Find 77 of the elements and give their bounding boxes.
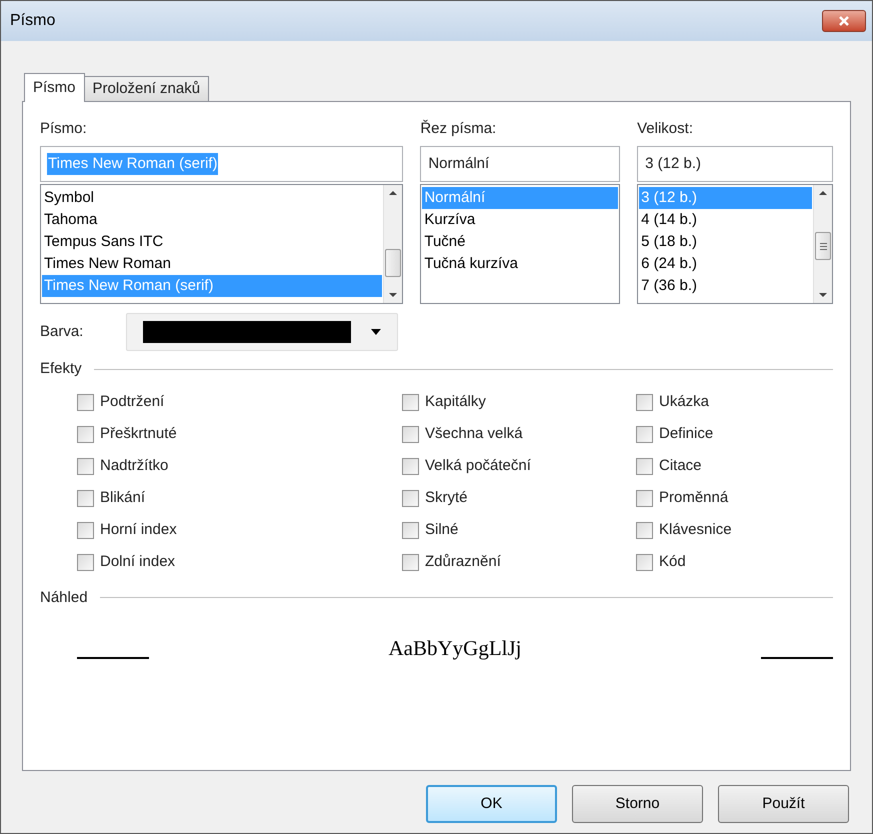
list-item[interactable]: Times New Roman xyxy=(42,253,382,275)
checkbox-label: Proměnná xyxy=(659,488,728,508)
dropdown-arrow-icon xyxy=(371,329,381,335)
checkbox[interactable] xyxy=(77,394,94,411)
field-label: Písmo: xyxy=(40,119,88,139)
window-title: Písmo xyxy=(10,11,56,31)
checkbox-label: Ukázka xyxy=(659,392,710,412)
list-item[interactable]: 7 (36 b.) xyxy=(639,275,812,297)
checkbox[interactable] xyxy=(636,458,653,475)
checkbox-label: Kapitálky xyxy=(425,392,486,412)
scroll-up-icon[interactable] xyxy=(389,191,398,195)
scrollbar[interactable] xyxy=(813,185,832,303)
checkbox[interactable] xyxy=(402,394,419,411)
checkbox-label: Klávesnice xyxy=(659,520,732,540)
list-item[interactable]: Tučná kurzíva xyxy=(422,253,618,275)
checkbox-label: Nadtržítko xyxy=(100,456,168,476)
checkbox[interactable] xyxy=(402,426,419,443)
list-item[interactable]: Tahoma xyxy=(42,209,382,231)
checkbox-label: Velká počáteční xyxy=(425,456,531,476)
tab[interactable]: Písmo xyxy=(24,73,85,102)
checkbox[interactable] xyxy=(636,490,653,507)
list-item[interactable]: 5 (18 b.) xyxy=(639,231,812,253)
checkbox-label: Silné xyxy=(425,520,458,540)
color-dropdown[interactable] xyxy=(126,313,398,351)
dialog-button[interactable]: Storno xyxy=(572,785,703,823)
scroll-thumb[interactable] xyxy=(815,232,831,260)
list-item[interactable]: Symbol xyxy=(42,187,382,209)
checkbox-label: Skryté xyxy=(425,488,468,508)
list-item[interactable]: Tempus Sans ITC xyxy=(42,231,382,253)
checkbox-label: Horní index xyxy=(100,520,177,540)
checkbox[interactable] xyxy=(77,554,94,571)
tab[interactable]: Proložení znaků xyxy=(84,76,210,101)
checkbox[interactable] xyxy=(77,522,94,539)
checkbox-label: Dolní index xyxy=(100,552,176,572)
checkbox-label: Definice xyxy=(659,424,714,444)
checkbox-label: Přeškrtnuté xyxy=(100,424,177,444)
checkbox[interactable] xyxy=(402,554,419,571)
scroll-down-icon[interactable] xyxy=(819,293,827,297)
checkbox-label: Blikání xyxy=(100,488,146,508)
checkbox-label: Kód xyxy=(659,552,686,572)
list-item[interactable]: Tučné xyxy=(422,231,618,253)
field-label: Barva: xyxy=(40,322,84,342)
input-field[interactable]: 3 (12 b.) xyxy=(637,146,833,182)
checkbox-label: Všechna velká xyxy=(425,424,523,444)
field-value: Times New Roman (serif) xyxy=(47,152,218,176)
list-item[interactable]: Kurzíva xyxy=(422,209,618,231)
list-item[interactable]: 4 (14 b.) xyxy=(639,209,812,231)
input-field[interactable]: Normální xyxy=(420,146,620,182)
checkbox[interactable] xyxy=(636,426,653,443)
checkbox[interactable] xyxy=(402,458,419,475)
checkbox-label: Citace xyxy=(659,456,702,476)
checkbox[interactable] xyxy=(402,522,419,539)
checkbox[interactable] xyxy=(636,554,653,571)
checkbox[interactable] xyxy=(77,458,94,475)
checkbox[interactable] xyxy=(636,394,653,411)
field-value: 3 (12 b.) xyxy=(644,154,702,174)
checkbox-label: Podtržení xyxy=(100,392,164,412)
close-button[interactable] xyxy=(822,10,866,32)
preview-sample: AaBbYyGgLlJj xyxy=(388,635,522,662)
checkbox[interactable] xyxy=(77,426,94,443)
scroll-down-icon[interactable] xyxy=(389,293,398,297)
checkbox[interactable] xyxy=(636,522,653,539)
checkbox[interactable] xyxy=(77,490,94,507)
close-icon xyxy=(838,15,850,27)
field-label: Řez písma: xyxy=(420,118,498,139)
group-label: Náhled xyxy=(40,588,88,608)
field-value: Normální xyxy=(427,154,490,174)
scroll-up-icon[interactable] xyxy=(819,191,827,195)
group-label: Efekty xyxy=(40,359,82,379)
field-label: Velikost: xyxy=(637,119,694,139)
checkbox-label: Zdůraznění xyxy=(425,552,501,572)
list-item[interactable]: 6 (24 b.) xyxy=(639,253,812,275)
scroll-thumb[interactable] xyxy=(385,249,402,277)
scrollbar[interactable] xyxy=(383,185,402,303)
dialog-button[interactable]: Použít xyxy=(718,785,849,823)
dialog-button[interactable]: OK xyxy=(426,785,557,823)
checkbox[interactable] xyxy=(402,490,419,507)
